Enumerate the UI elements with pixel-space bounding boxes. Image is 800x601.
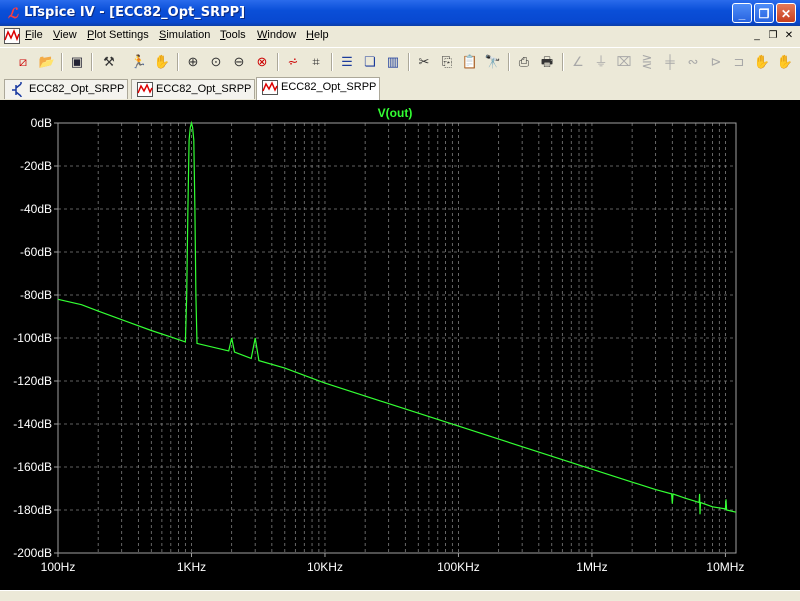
y-tick-label: -60dB xyxy=(20,245,52,259)
print-setup-icon[interactable]: ⎙ xyxy=(515,53,533,71)
wire-icon[interactable]: ∠ xyxy=(569,53,587,71)
cascade-icon[interactable]: ❏ xyxy=(361,53,379,71)
tab-label: ECC82_Opt_SRPP xyxy=(29,83,125,95)
waveform-plot-pane[interactable]: 0dB -20dB -40dB -60dB -80dB -100dB -120dB -140d… xyxy=(0,100,800,590)
zoom-in-icon[interactable]: ⊕ xyxy=(184,53,202,71)
status-bar xyxy=(0,590,800,601)
tab-waveform-1[interactable]: ECC82_Opt_SRPP xyxy=(131,79,255,99)
toolbar-separator xyxy=(177,53,179,71)
new-schematic-icon[interactable]: ⧄ xyxy=(14,53,32,71)
y-tick-label: -100dB xyxy=(13,331,52,345)
maximize-button[interactable]: ❐ xyxy=(754,3,774,23)
toolbar: ⧄ 📂 ▣ ⚒ 🏃 ✋ ⊕ ⊙ ⊖ ⊗ ⩫ ⌗ ☰ ❏ ▥ ✂ ⎘ 📋 🔭 ⎙ … xyxy=(0,47,800,77)
save-icon[interactable]: ▣ xyxy=(68,53,86,71)
y-tick-label: -200dB xyxy=(13,546,52,560)
autorange-icon[interactable]: ⩫ xyxy=(284,53,302,71)
capacitor-icon[interactable]: ╪ xyxy=(661,53,679,71)
copy-icon[interactable]: ⎘ xyxy=(438,53,456,71)
zoom-pan-icon[interactable]: ⊙ xyxy=(207,53,225,71)
toolbar-separator xyxy=(562,53,564,71)
toolbar-separator xyxy=(277,53,279,71)
y-tick-label: -40dB xyxy=(20,202,52,216)
menu-window[interactable]: Window xyxy=(257,29,296,41)
waveform-icon xyxy=(262,80,278,95)
close-button[interactable]: ✕ xyxy=(776,3,796,23)
x-tick-label: 10MHz xyxy=(706,560,744,574)
trace-vout[interactable] xyxy=(57,120,737,515)
diode-icon[interactable]: ⊳ xyxy=(707,53,725,71)
toolbar-separator xyxy=(408,53,410,71)
window-title: LTspice IV - [ECC82_Opt_SRPP] xyxy=(24,5,246,20)
toolbar-separator xyxy=(61,53,63,71)
control-panel-icon[interactable]: ⚒ xyxy=(100,53,118,71)
open-icon[interactable]: 📂 xyxy=(38,53,56,71)
waveform-document-icon[interactable] xyxy=(4,28,20,44)
mdi-close-button[interactable]: ✕ xyxy=(782,29,796,42)
menu-view[interactable]: View xyxy=(53,29,77,41)
x-tick-label: 1MHz xyxy=(576,560,607,574)
resistor-icon[interactable]: ⋛ xyxy=(638,53,656,71)
mdi-restore-button[interactable]: ❐ xyxy=(766,29,780,42)
x-tick-label: 10KHz xyxy=(307,560,343,574)
drag-icon[interactable]: ✋ xyxy=(776,53,794,71)
schematic-icon xyxy=(12,82,22,97)
cut-icon[interactable]: ✂ xyxy=(415,53,433,71)
tab-label: ECC82_Opt_SRPP xyxy=(156,83,252,95)
toolbar-separator xyxy=(91,53,93,71)
zoom-cancel-icon[interactable]: ⊗ xyxy=(253,53,271,71)
toolbar-separator xyxy=(331,53,333,71)
x-tick-label: 100KHz xyxy=(437,560,480,574)
y-tick-label: 0dB xyxy=(31,116,52,130)
run-icon[interactable]: 🏃 xyxy=(130,53,148,71)
ltspice-logo-icon: ℒ xyxy=(7,5,19,21)
y-tick-label: -20dB xyxy=(20,159,52,173)
toolbar-separator xyxy=(508,53,510,71)
inductor-icon[interactable]: ∾ xyxy=(684,53,702,71)
label-icon[interactable]: ⌧ xyxy=(615,53,633,71)
tab-waveform-2[interactable]: ECC82_Opt_SRPP xyxy=(256,77,380,100)
paste-icon[interactable]: 📋 xyxy=(461,53,479,71)
y-tick-label: -160dB xyxy=(13,460,52,474)
x-tick-label: 100Hz xyxy=(41,560,76,574)
menu-tools[interactable]: Tools xyxy=(220,29,246,41)
y-axis-labels: 0dB -20dB -40dB -60dB -80dB -100dB -120dB -140d… xyxy=(13,116,58,560)
menu-file[interactable]: File xyxy=(25,29,43,41)
y-tick-label: -140dB xyxy=(13,417,52,431)
minimize-button[interactable]: _ xyxy=(732,3,752,23)
tab-schematic[interactable]: ECC82_Opt_SRPP xyxy=(4,79,128,99)
x-axis-labels: 100Hz 1KHz 10KHz 100KHz 1MHz 10MHz xyxy=(41,553,744,574)
move-icon[interactable]: ✋ xyxy=(753,53,771,71)
y-tick-label: -80dB xyxy=(20,288,52,302)
tab-label: ECC82_Opt_SRPP xyxy=(281,81,377,93)
menu-bar: File View Plot Settings Simulation Tools… xyxy=(0,26,800,46)
waveform-icon xyxy=(137,82,153,97)
y-tick-label: -120dB xyxy=(13,374,52,388)
document-tabs: ECC82_Opt_SRPP ECC82_Opt_SRPP ECC82_Opt_… xyxy=(0,76,800,100)
tile-vertical-icon[interactable]: ▥ xyxy=(384,53,402,71)
menu-simulation[interactable]: Simulation xyxy=(159,29,210,41)
grid xyxy=(58,123,736,553)
halt-icon[interactable]: ✋ xyxy=(153,53,171,71)
ground-icon[interactable]: ⏚ xyxy=(592,53,610,71)
waveform-chart[interactable]: 0dB -20dB -40dB -60dB -80dB -100dB -120dB -140d… xyxy=(0,100,800,590)
mdi-minimize-button[interactable]: _ xyxy=(750,29,764,42)
menu-help[interactable]: Help xyxy=(306,29,329,41)
trace-title[interactable]: V(out) xyxy=(378,106,413,120)
y-tick-label: -180dB xyxy=(13,503,52,517)
measure-icon[interactable]: ⌗ xyxy=(307,53,325,71)
zoom-out-icon[interactable]: ⊖ xyxy=(230,53,248,71)
title-bar[interactable]: ℒ LTspice IV - [ECC82_Opt_SRPP] _ ❐ ✕ xyxy=(0,0,800,26)
component-icon[interactable]: ⊐ xyxy=(730,53,748,71)
menu-plot-settings[interactable]: Plot Settings xyxy=(87,29,149,41)
tile-horizontal-icon[interactable]: ☰ xyxy=(338,53,356,71)
find-icon[interactable]: 🔭 xyxy=(484,53,502,71)
print-icon[interactable]: 🖶 xyxy=(538,53,556,71)
x-tick-label: 1KHz xyxy=(177,560,206,574)
